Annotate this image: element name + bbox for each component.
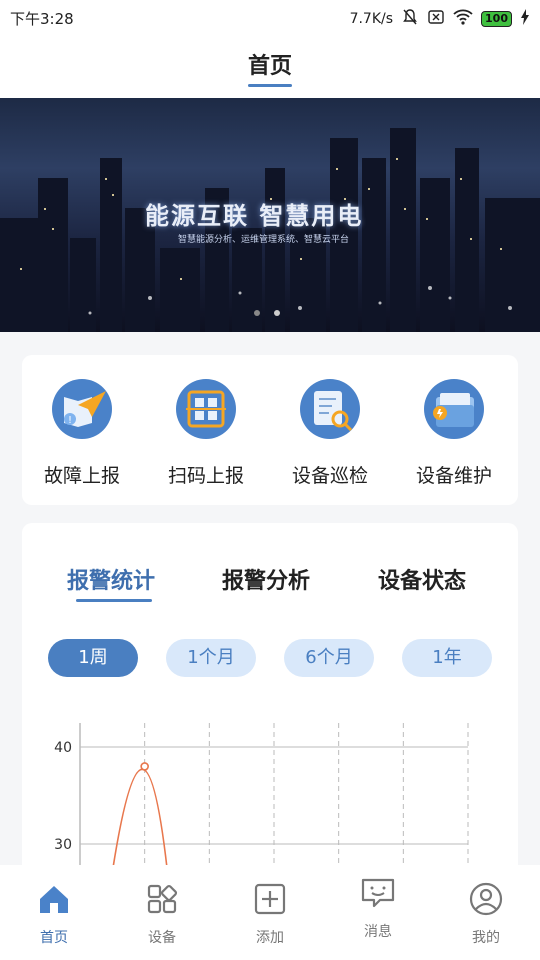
- device-inspection-button[interactable]: 设备巡检: [270, 375, 390, 488]
- add-icon: [254, 883, 286, 915]
- battery-indicator: 100: [481, 11, 512, 27]
- quick-actions-card: ! 故障上报 扫码上报 设备巡检 设备维护: [22, 355, 518, 505]
- status-time: 下午3:28: [10, 10, 74, 28]
- wifi-icon: [453, 9, 473, 29]
- device-maintenance-icon: [424, 379, 484, 439]
- device-grid-icon: [147, 884, 178, 914]
- message-icon: [361, 878, 395, 908]
- carousel-dot[interactable]: [254, 310, 260, 316]
- quick-action-label: 设备巡检: [291, 465, 368, 487]
- bottom-tab-bar: 首页 设备 添加 消息 我的: [0, 865, 540, 960]
- title-underline: [248, 84, 292, 87]
- filter-6-months[interactable]: 6个月: [284, 639, 374, 677]
- quick-action-label: 扫码上报: [167, 465, 244, 487]
- scan-code-icon: [176, 379, 236, 439]
- network-speed: 7.7K/s: [349, 11, 394, 27]
- filter-1-year[interactable]: 1年: [402, 639, 492, 677]
- y-tick-label: 40: [54, 740, 72, 756]
- banner-slogan: 能源互联 智慧用电: [145, 202, 364, 230]
- banner-carousel[interactable]: 能源互联 智慧用电 智慧能源分析、运维管理系统、智慧云平台: [0, 98, 540, 332]
- home-icon: [40, 886, 68, 913]
- page-header: 首页: [0, 36, 540, 98]
- profile-icon: [469, 882, 503, 916]
- sim-off-icon: [427, 8, 445, 30]
- tab-messages[interactable]: 消息: [338, 873, 418, 941]
- carousel-dots: [254, 310, 280, 316]
- banner-subtitle: 智慧能源分析、运维管理系统、智慧云平台: [178, 235, 350, 245]
- page-title: 首页: [247, 54, 292, 79]
- quick-action-label: 故障上报: [43, 465, 120, 487]
- tab-alarm-analysis[interactable]: 报警分析: [222, 563, 310, 595]
- status-bar: 下午3:28 7.7K/s 100: [0, 0, 540, 36]
- tab-devices[interactable]: 设备: [122, 879, 202, 947]
- charging-icon: [520, 9, 530, 29]
- scan-code-button[interactable]: 扫码上报: [146, 375, 266, 488]
- device-inspection-icon: [300, 379, 360, 439]
- device-maintenance-button[interactable]: 设备维护: [394, 375, 514, 488]
- quick-action-label: 设备维护: [415, 465, 492, 487]
- status-icons: 7.7K/s 100: [350, 8, 530, 30]
- mute-bell-icon: [401, 8, 419, 30]
- tab-alarm-statistics[interactable]: 报警统计: [67, 563, 155, 595]
- filter-1-week[interactable]: 1周: [48, 639, 138, 677]
- fault-report-button[interactable]: ! 故障上报: [22, 375, 142, 488]
- svg-text:!: !: [68, 415, 72, 426]
- alarm-line-chart: 40 30: [54, 723, 469, 883]
- tab-label: 消息: [364, 924, 392, 940]
- data-point: [140, 762, 149, 771]
- tab-label: 添加: [256, 930, 284, 946]
- carousel-dot-active[interactable]: [274, 310, 280, 316]
- tab-label: 我的: [472, 930, 500, 946]
- fault-report-icon: !: [52, 379, 112, 439]
- tab-device-status[interactable]: 设备状态: [378, 563, 466, 595]
- alarm-stats-card: 报警统计 报警分析 设备状态 1周 1个月 6个月 1年 40 30: [22, 523, 518, 883]
- filter-1-month[interactable]: 1个月: [166, 639, 256, 677]
- y-tick-label: 30: [54, 837, 72, 853]
- tab-home[interactable]: 首页: [14, 879, 94, 947]
- active-tab-indicator: [76, 599, 152, 602]
- tab-label: 首页: [40, 930, 68, 946]
- tab-add[interactable]: 添加: [230, 879, 310, 947]
- tab-label: 设备: [148, 930, 176, 946]
- tab-profile[interactable]: 我的: [446, 879, 526, 947]
